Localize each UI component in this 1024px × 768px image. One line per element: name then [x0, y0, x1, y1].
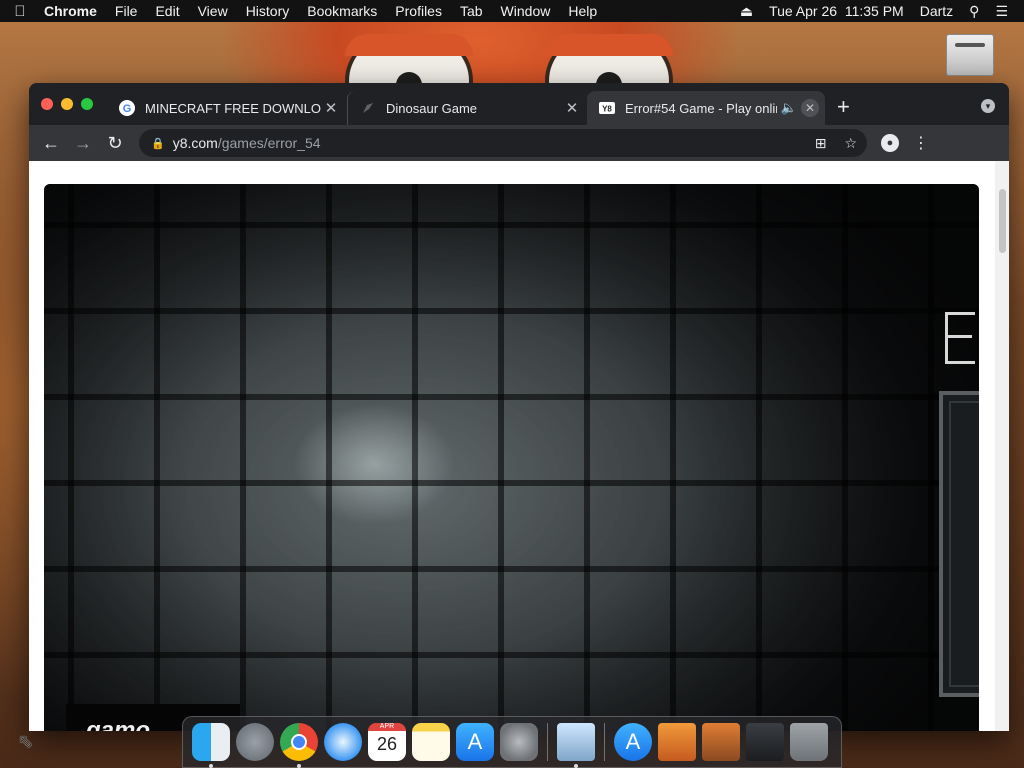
- tab-dinosaur-game[interactable]: Dinosaur Game ✕: [347, 91, 588, 125]
- trash-icon[interactable]: [790, 723, 828, 761]
- window-maximize-button[interactable]: [81, 98, 93, 110]
- tab-close-icon[interactable]: ✕: [562, 99, 582, 117]
- launchpad-icon[interactable]: [236, 723, 274, 761]
- google-icon: G: [119, 100, 135, 116]
- browser-toolbar: ← → ↻ 🔒 y8.com/games/error_54 ⊞ ☆ ● ⋮: [29, 125, 1009, 161]
- hard-drive-icon[interactable]: [946, 34, 994, 76]
- tab-minecraft[interactable]: G MINECRAFT FREE DOWNLOAD ✕: [107, 91, 347, 125]
- tab-title: MINECRAFT FREE DOWNLOAD: [145, 100, 321, 116]
- folder-stack-icon[interactable]: [746, 723, 784, 761]
- mouse-cursor-icon: ⬁: [18, 731, 34, 751]
- menu-view[interactable]: View: [189, 3, 237, 19]
- running-indicator: [209, 764, 213, 768]
- menu-edit[interactable]: Edit: [146, 3, 188, 19]
- system-preferences-icon[interactable]: [500, 723, 538, 761]
- scrollbar-thumb[interactable]: [999, 189, 1006, 253]
- forward-button[interactable]: →: [67, 133, 99, 154]
- status-area: ⏏ Tue Apr 26 11:35 PM Dartz ⚲ ☰: [732, 3, 1024, 20]
- chrome-menu-icon[interactable]: ⋮: [913, 133, 929, 153]
- tab-close-icon[interactable]: ✕: [321, 99, 341, 117]
- reload-button[interactable]: ↻: [99, 133, 131, 154]
- tab-search-icon[interactable]: ▾: [981, 99, 995, 113]
- menu-tab[interactable]: Tab: [451, 3, 492, 19]
- running-indicator: [297, 764, 301, 768]
- calendar-month: APR: [368, 723, 406, 731]
- chrome-icon[interactable]: [280, 723, 318, 768]
- y8-icon: Y8: [599, 100, 615, 116]
- vertical-scrollbar[interactable]: [995, 161, 1009, 731]
- menu-window[interactable]: Window: [492, 3, 560, 19]
- apple-menu-icon[interactable]: : [0, 3, 40, 20]
- user-name[interactable]: Dartz: [912, 3, 961, 19]
- lock-icon[interactable]: 🔒: [151, 137, 165, 150]
- menu-bar:  Chrome File Edit View History Bookmark…: [0, 0, 1024, 22]
- url-host: y8.com: [172, 135, 218, 151]
- window-minimize-button[interactable]: [61, 98, 73, 110]
- menu-bookmarks[interactable]: Bookmarks: [298, 3, 386, 19]
- menu-app-name[interactable]: Chrome: [40, 3, 106, 19]
- game-app-icon[interactable]: [658, 723, 696, 761]
- profile-avatar-icon[interactable]: ●: [881, 134, 899, 152]
- install-app-icon[interactable]: ⊞: [815, 135, 827, 152]
- dock: APR 26 A A: [182, 716, 842, 768]
- dock-separator: [604, 723, 605, 761]
- game-door[interactable]: [939, 391, 979, 697]
- menu-file[interactable]: File: [106, 3, 147, 19]
- game-vignette: [44, 184, 979, 731]
- back-button[interactable]: ←: [35, 133, 67, 154]
- menu-history[interactable]: History: [237, 3, 299, 19]
- running-indicator: [574, 764, 578, 768]
- clock[interactable]: Tue Apr 26 11:35 PM: [761, 3, 912, 19]
- dino-icon: [360, 100, 376, 116]
- control-center-icon[interactable]: ☰: [987, 3, 1016, 20]
- app-store-download-icon[interactable]: A: [614, 723, 652, 761]
- tab-title: Error#54 Game - Play online: [625, 100, 777, 116]
- tab-strip: G MINECRAFT FREE DOWNLOAD ✕ Dinosaur Gam…: [29, 83, 1009, 125]
- tab-error54-game[interactable]: Y8 Error#54 Game - Play online 🔈 ✕: [587, 91, 825, 125]
- browser-window: G MINECRAFT FREE DOWNLOAD ✕ Dinosaur Gam…: [29, 83, 1009, 731]
- game-app-icon-2[interactable]: [702, 723, 740, 761]
- eject-icon[interactable]: ⏏: [732, 3, 761, 20]
- dock-separator: [547, 723, 548, 761]
- notes-icon[interactable]: [412, 723, 450, 761]
- address-bar[interactable]: 🔒 y8.com/games/error_54 ⊞ ☆: [139, 129, 867, 157]
- safari-icon[interactable]: [324, 723, 362, 761]
- calendar-icon[interactable]: APR 26: [368, 723, 406, 761]
- page-viewport[interactable]: gamo: [29, 161, 1009, 731]
- preview-icon[interactable]: [557, 723, 595, 768]
- tab-close-icon[interactable]: ✕: [801, 99, 819, 117]
- spotlight-search-icon[interactable]: ⚲: [961, 3, 987, 20]
- speaker-icon[interactable]: 🔈: [781, 100, 797, 116]
- menu-help[interactable]: Help: [559, 3, 606, 19]
- game-exit-sign: [945, 312, 975, 364]
- window-close-button[interactable]: [41, 98, 53, 110]
- svg-text:G: G: [123, 103, 132, 115]
- svg-text:Y8: Y8: [602, 105, 612, 114]
- finder-icon[interactable]: [192, 723, 230, 768]
- url-path: /games/error_54: [217, 135, 321, 151]
- new-tab-button[interactable]: +: [837, 94, 850, 120]
- app-store-icon[interactable]: A: [456, 723, 494, 761]
- bookmark-star-icon[interactable]: ☆: [844, 135, 857, 152]
- menu-profiles[interactable]: Profiles: [386, 3, 451, 19]
- game-canvas[interactable]: gamo: [44, 184, 979, 731]
- tab-title: Dinosaur Game: [386, 100, 478, 116]
